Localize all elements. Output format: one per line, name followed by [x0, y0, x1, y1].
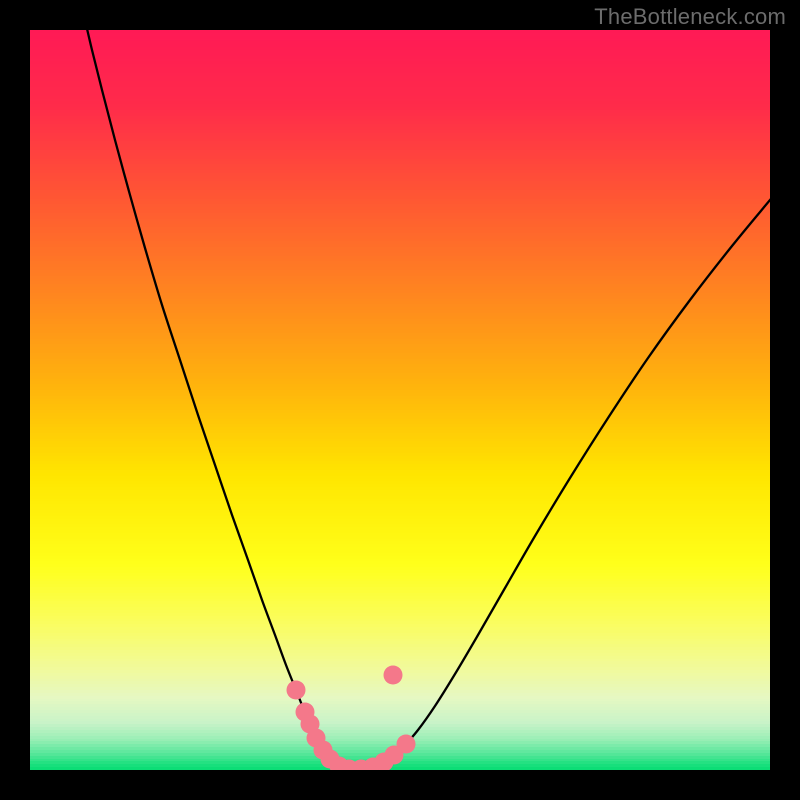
data-marker: [397, 735, 416, 754]
plot-area: [30, 30, 770, 770]
outer-frame: TheBottleneck.com: [0, 0, 800, 800]
watermark-text: TheBottleneck.com: [594, 4, 786, 30]
left-curve: [85, 30, 352, 770]
data-marker: [287, 681, 306, 700]
data-marker: [384, 666, 403, 685]
curves-layer: [30, 30, 770, 770]
right-curve: [352, 182, 770, 770]
